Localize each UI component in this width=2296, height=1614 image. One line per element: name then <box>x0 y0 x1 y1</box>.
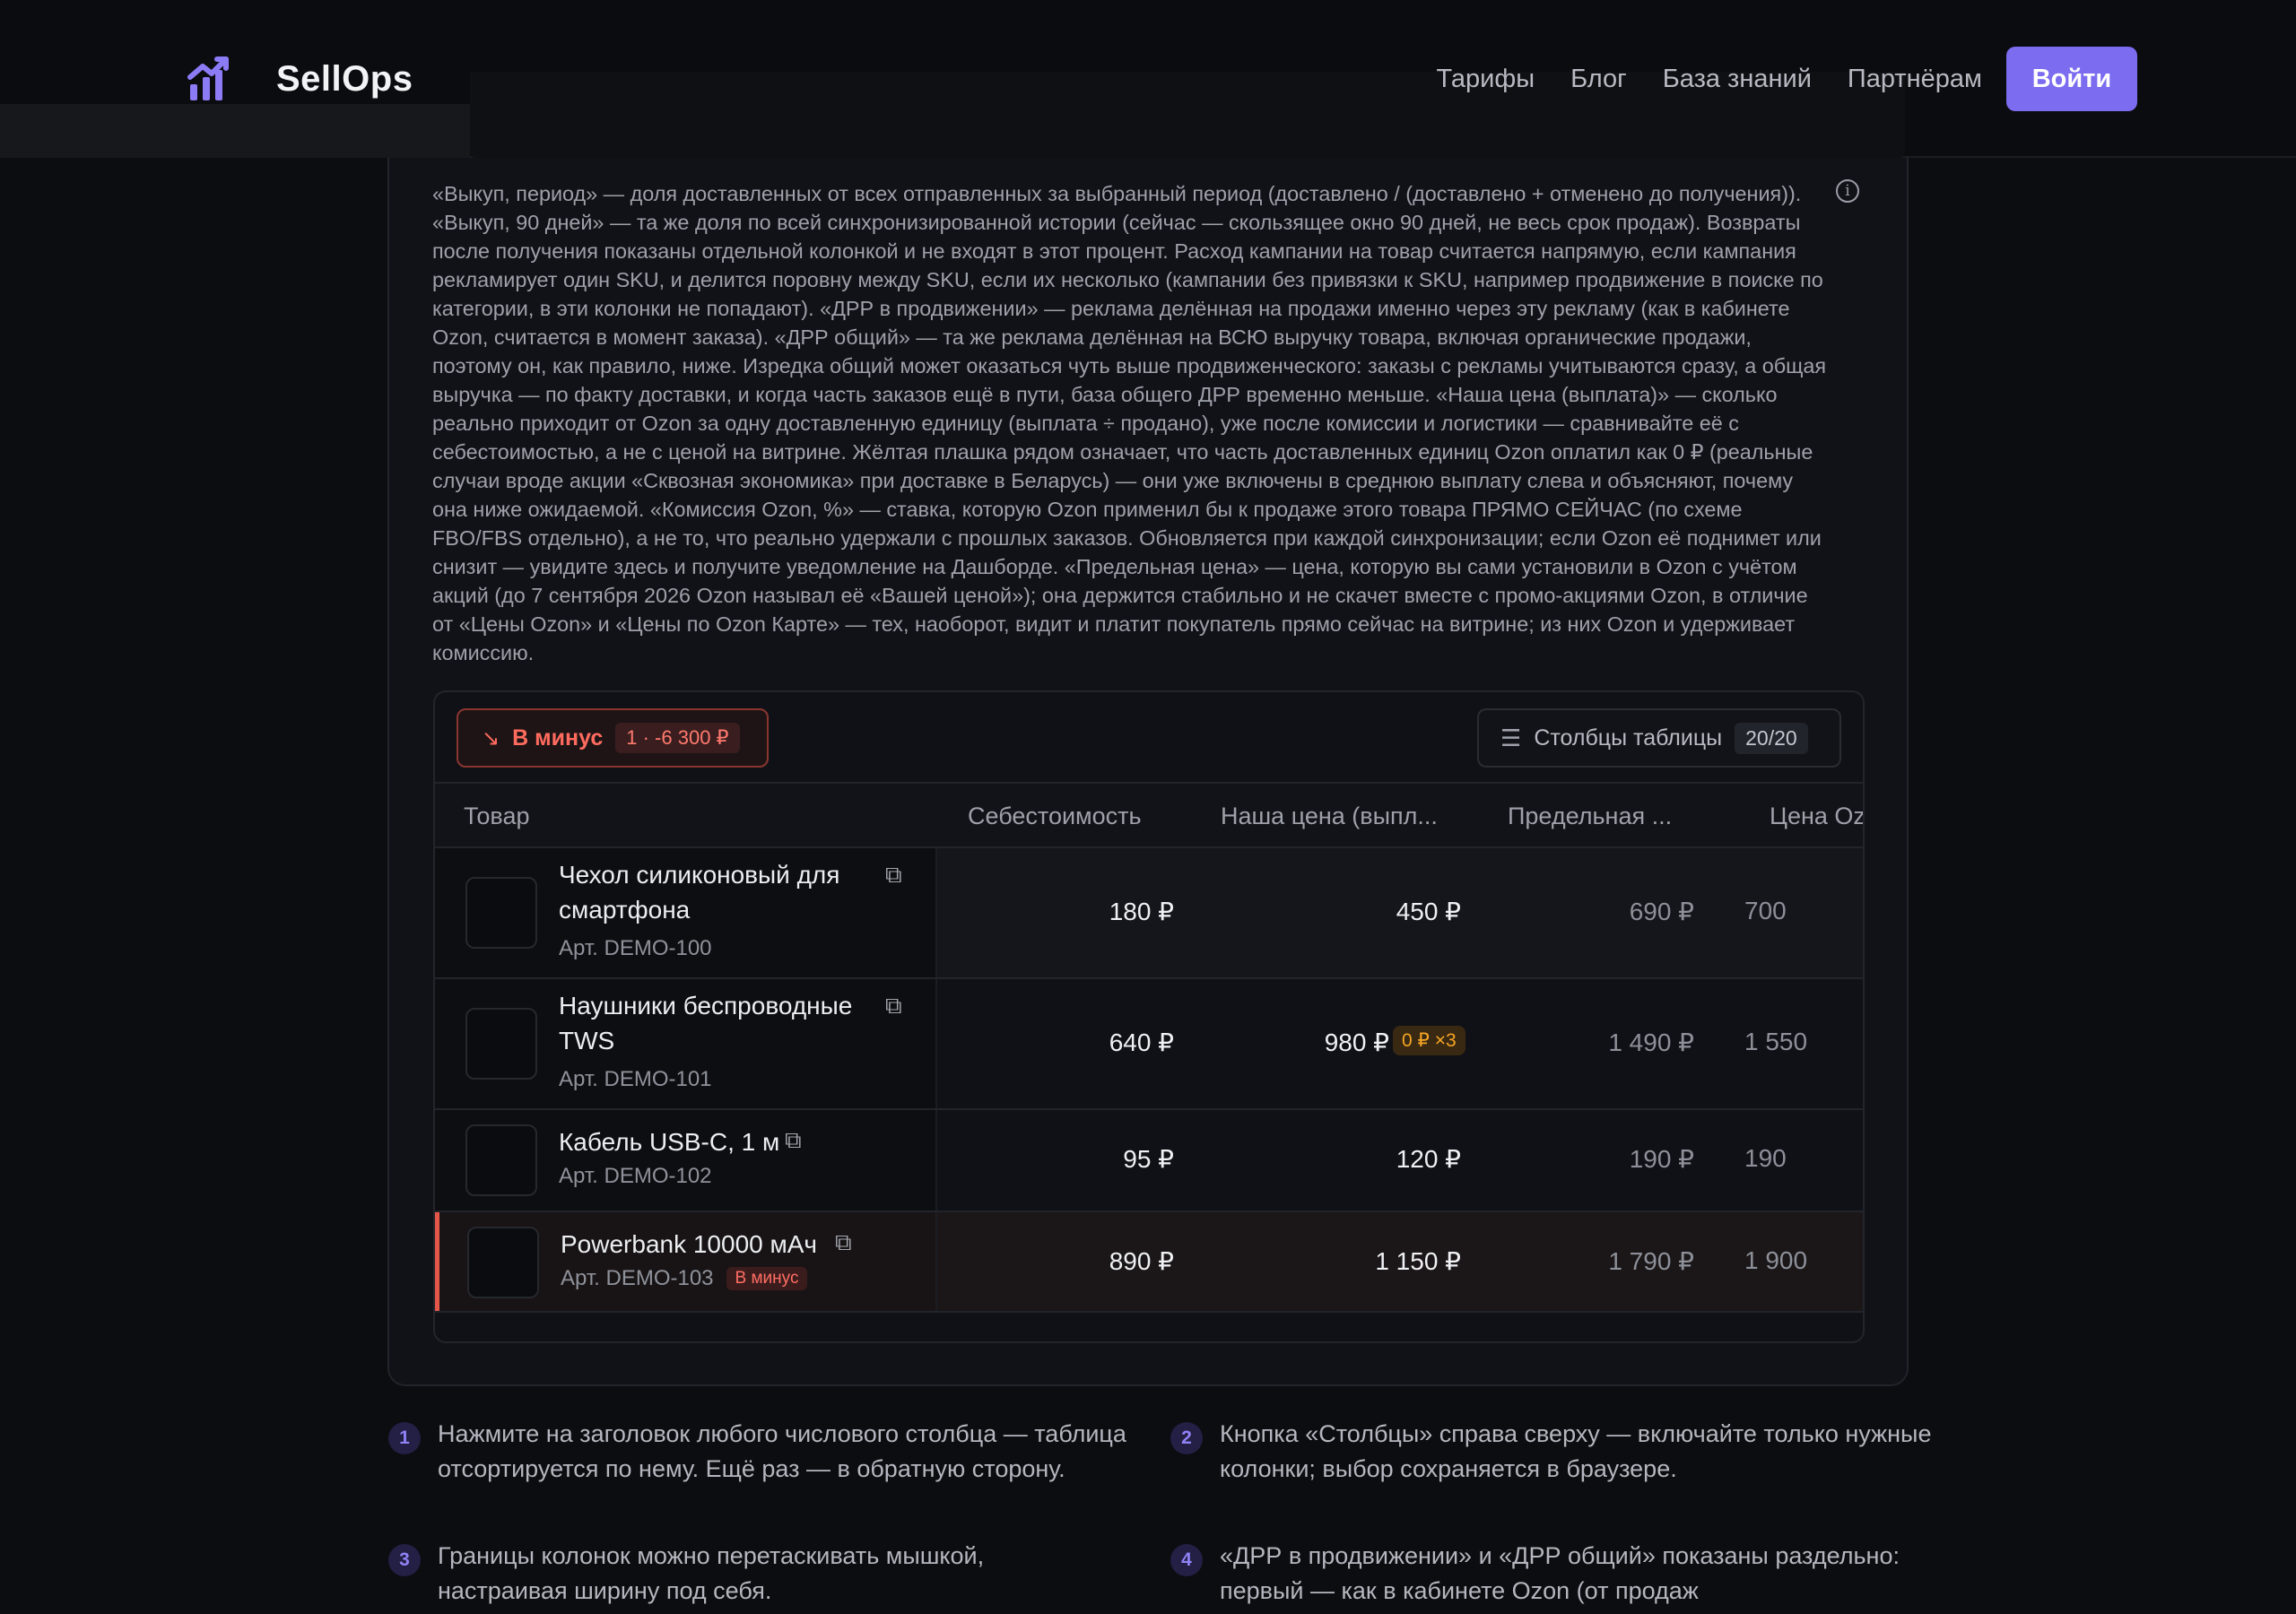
login-button[interactable]: Войти <box>2006 47 2137 111</box>
external-link-icon[interactable]: ⧉ <box>885 992 902 1020</box>
limit-price-value: 1 790 ₽ <box>1608 1247 1694 1275</box>
product-sku: Арт. DEMO-102 <box>559 1164 712 1188</box>
product-sku: Арт. DEMO-101 <box>559 1067 712 1091</box>
columns-button[interactable]: ☰ Столбцы таблицы 20/20 <box>1477 708 1841 768</box>
product-name[interactable]: Чехол силиконовый для смартфона <box>559 857 864 927</box>
product-name[interactable]: Powerbank 10000 мАч <box>561 1227 817 1262</box>
limit-price-value: 190 ₽ <box>1629 1145 1694 1173</box>
product-sku: Арт. DEMO-100 <box>559 936 712 960</box>
table-row[interactable]: Чехол силиконовый для смартфона ⧉ Арт. D… <box>435 848 1863 979</box>
external-link-icon[interactable]: ⧉ <box>835 1228 852 1257</box>
columns-button-label: Столбцы таблицы <box>1534 725 1723 751</box>
loss-filter-button[interactable]: ↘ В минус 1 · -6 300 ₽ <box>457 708 769 768</box>
ozon-price-value: 1 900 <box>1744 1246 1808 1274</box>
tip-text: Нажмите на заголовок любого числового ст… <box>438 1420 1126 1482</box>
cost-value: 95 ₽ <box>1123 1145 1174 1173</box>
our-price-value: 450 ₽ <box>1396 898 1461 925</box>
tip-number: 4 <box>1170 1544 1203 1576</box>
ozon-price-value: 190 <box>1744 1144 1787 1172</box>
limit-price-value: 690 ₽ <box>1629 898 1694 925</box>
product-thumbnail <box>465 877 537 949</box>
tip-number: 1 <box>388 1422 421 1454</box>
table-row[interactable]: Наушники беспроводные TWS ⧉ Арт. DEMO-10… <box>435 979 1863 1110</box>
header-our-price[interactable]: Наша цена (выпл... <box>1221 784 1438 848</box>
external-link-icon[interactable]: ⧉ <box>785 1126 802 1155</box>
header-backdrop <box>0 104 470 158</box>
zero-payout-badge[interactable]: 0 ₽ ×3 <box>1393 1026 1465 1055</box>
nav-link-knowledge-base[interactable]: База знаний <box>1663 65 1812 94</box>
our-price-value: 1 150 ₽ <box>1375 1247 1461 1275</box>
horizontal-scrollbar[interactable] <box>435 1311 1863 1341</box>
tip-text: Кнопка «Столбцы» справа сверху — включай… <box>1220 1420 1932 1482</box>
main-nav: Тарифы Блог База знаний Партнёрам <box>1436 54 1982 104</box>
header-product[interactable]: Товар <box>464 784 529 848</box>
nav-link-pricing[interactable]: Тарифы <box>1436 65 1535 94</box>
logo-icon[interactable] <box>185 54 235 104</box>
product-name[interactable]: Наушники беспроводные TWS <box>559 988 891 1058</box>
columns-description: «Выкуп, период» — доля доставленных от в… <box>432 182 1827 664</box>
cost-value: 180 ₽ <box>1109 898 1174 925</box>
table-row[interactable]: Powerbank 10000 мАч ⧉ Арт. DEMO-103 В мин… <box>435 1212 1863 1313</box>
header-cost[interactable]: Себестоимость <box>968 784 1142 848</box>
loss-filter-badge: 1 · -6 300 ₽ <box>615 723 740 753</box>
site-header: SellOps Тарифы Блог База знаний Партнёра… <box>0 0 2296 158</box>
table-row[interactable]: Кабель USB-C, 1 м ⧉ Арт. DEMO-102 95 ₽ 1… <box>435 1110 1863 1212</box>
product-sku: Арт. DEMO-103 В минус <box>561 1266 808 1291</box>
limit-price-value: 1 490 ₽ <box>1608 1028 1694 1056</box>
ozon-price-value: 1 550 <box>1744 1028 1808 1055</box>
external-link-icon[interactable]: ⧉ <box>885 861 902 889</box>
ozon-price-value: 700 <box>1744 897 1787 924</box>
info-icon[interactable]: i <box>1836 179 1859 203</box>
product-thumbnail <box>467 1227 539 1298</box>
nav-link-blog[interactable]: Блог <box>1570 65 1627 94</box>
product-thumbnail <box>465 1008 537 1080</box>
table-header: Товар Себестоимость Наша цена (выпл... П… <box>435 782 1863 848</box>
loss-badge: В минус <box>726 1267 808 1290</box>
tip-text: Границы колонок можно перетаскивать мышк… <box>438 1542 985 1604</box>
product-name[interactable]: Кабель USB-C, 1 м <box>559 1124 779 1159</box>
our-price-value: 120 ₽ <box>1396 1145 1461 1173</box>
header-ozon-price[interactable]: Цена Oz <box>1770 784 1863 848</box>
brand-name[interactable]: SellOps <box>276 54 413 104</box>
sliders-icon: ☰ <box>1500 724 1522 751</box>
cost-value: 640 ₽ <box>1109 1028 1174 1056</box>
header-limit-price[interactable]: Предельная ... <box>1508 784 1672 848</box>
tip-number: 3 <box>388 1544 421 1576</box>
product-sku-text: Арт. DEMO-103 <box>561 1266 714 1290</box>
product-thumbnail <box>465 1124 537 1196</box>
trend-down-icon: ↘ <box>482 725 500 751</box>
columns-count-badge: 20/20 <box>1735 722 1808 754</box>
cost-value: 890 ₽ <box>1109 1247 1174 1275</box>
our-price-value: 980 ₽ <box>1324 1028 1389 1056</box>
loss-filter-label: В минус <box>512 725 604 751</box>
nav-link-partners[interactable]: Партнёрам <box>1848 65 1982 94</box>
demo-card: «Выкуп, период» — доля доставленных от в… <box>387 134 1909 1386</box>
tip-number: 2 <box>1170 1422 1203 1454</box>
loss-indicator-bar <box>435 1212 439 1311</box>
products-table-panel: ↘ В минус 1 · -6 300 ₽ ☰ Столбцы таблицы… <box>433 690 1865 1343</box>
tip-text: «ДРР в продвижении» и «ДРР общий» показа… <box>1220 1542 1900 1604</box>
